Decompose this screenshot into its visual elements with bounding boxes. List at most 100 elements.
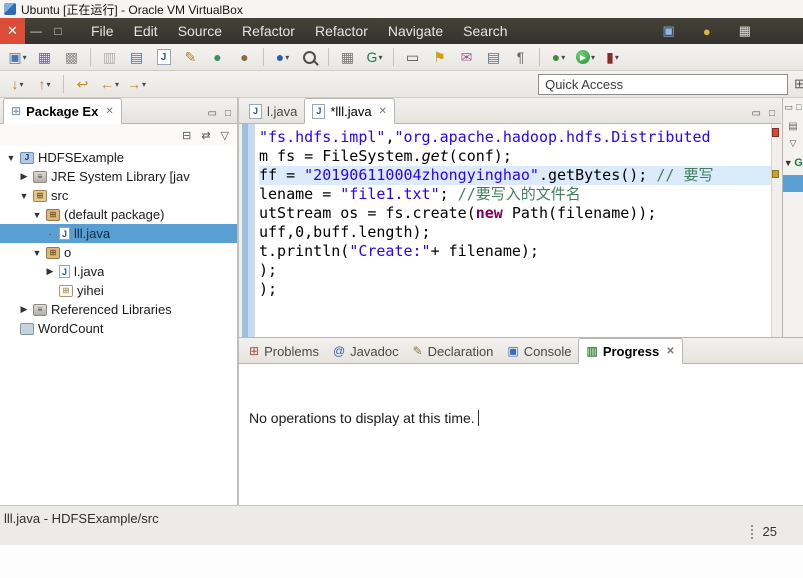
sliver-maximize-button[interactable]: □ (796, 102, 801, 113)
view-tab-declaration[interactable]: ✎ Declaration (406, 339, 501, 363)
menu-file[interactable]: File (81, 18, 124, 44)
forward-button[interactable]: → ▾ (124, 73, 149, 96)
perspective-icon[interactable]: ⊞ (794, 76, 803, 92)
debug-button[interactable]: ● ▾ (546, 46, 571, 69)
resize-handle[interactable] (750, 524, 756, 539)
progress-view-content[interactable]: No operations to display at this time. (239, 364, 803, 506)
new-wizard-button[interactable]: ▣ ▾ (5, 46, 30, 69)
save-button[interactable]: ▦ (32, 46, 57, 69)
minimize-editor-button[interactable]: ▭ (752, 108, 761, 119)
close-view-icon[interactable]: ✕ (105, 106, 113, 117)
new-java-class-button[interactable]: J (151, 46, 176, 69)
sliver-tree-fragment[interactable]: ▼ G (783, 157, 803, 169)
outline-view-icon[interactable]: ▤ (783, 121, 803, 132)
web-browser-button[interactable]: G ▾ (362, 46, 387, 69)
new-document-button[interactable]: ▤ (481, 46, 506, 69)
minimize-view-button[interactable]: ▭ (208, 108, 217, 119)
menu-navigate[interactable]: Navigate (378, 18, 453, 44)
previous-annotation-button[interactable]: ↑ ▾ (32, 73, 57, 96)
sliver-view-menu-icon[interactable]: ▽ (783, 138, 803, 149)
show-whitespace-button[interactable]: ¶ (508, 46, 533, 69)
sliver-minimize-button[interactable]: ▭ (785, 102, 794, 113)
close-window-button[interactable]: ✕ (0, 18, 25, 44)
menu-refactor[interactable]: Refactor (232, 18, 305, 44)
tree-item-src[interactable]: ▼ ⊞ src (0, 186, 237, 205)
expander-icon[interactable]: ▼ (6, 153, 16, 163)
coverage-button[interactable]: ▮ ▾ (600, 46, 625, 69)
view-tab-console[interactable]: ▣ Console (500, 339, 578, 363)
code-line[interactable]: m fs = FileSystem.get(conf); (259, 147, 771, 166)
expander-icon[interactable]: ▼ (19, 191, 29, 201)
back-button[interactable]: ← ▾ (97, 73, 122, 96)
tree-item-o[interactable]: ▼ ⊞ o (0, 243, 237, 262)
display-indicator-icon[interactable]: ▣ (663, 23, 675, 39)
view-menu-button[interactable]: ▽ (221, 129, 229, 142)
tree-item-l-java[interactable]: ▶ Jl.java (0, 262, 237, 281)
last-edit-location-button[interactable]: ↩ (70, 73, 95, 96)
code-segment-def: ; (439, 185, 458, 203)
maximize-editor-button[interactable]: □ (769, 108, 775, 119)
view-tab-javadoc[interactable]: @ Javadoc (326, 339, 406, 363)
sliver-selected-row[interactable] (783, 175, 803, 192)
team-share-button[interactable]: ● (232, 46, 257, 69)
link-with-editor-button[interactable]: ⇄ (201, 129, 210, 142)
expander-icon[interactable]: ▼ (32, 210, 42, 220)
tab-package-explorer[interactable]: ⊞ Package Ex ✕ (3, 98, 122, 124)
collapse-all-button[interactable]: ⊟ (182, 129, 191, 142)
code-line[interactable]: utStream os = fs.create(new Path(filenam… (259, 204, 771, 223)
new-report-button[interactable]: ▤ (124, 46, 149, 69)
tree-item-default-package[interactable]: ▼ ⊞ (default package) (0, 205, 237, 224)
close-tab-icon[interactable]: ✕ (666, 346, 674, 357)
code-line[interactable]: lename = "file1.txt"; //要写入的文件名 (259, 185, 771, 204)
dropdown-caret-icon: ▾ (114, 79, 119, 89)
synchronize-button[interactable]: ● (205, 46, 230, 69)
code-line[interactable]: t.println("Create:"+ filename); (259, 242, 771, 261)
expander-icon[interactable]: ▶ (45, 266, 55, 277)
code-line[interactable]: ); (259, 261, 771, 280)
view-tab-problems[interactable]: ⊞ Problems (242, 339, 326, 363)
tree-item-wordcount[interactable]: WordCount (0, 319, 237, 338)
editor-body[interactable]: "fs.hdfs.impl","org.apache.hadoop.hdfs.D… (239, 124, 781, 337)
code-line-current[interactable]: ff = "201906110004zhongyinghao".getBytes… (259, 166, 771, 185)
occurrence-marker[interactable] (772, 170, 779, 178)
debug-user-button[interactable]: ● ▾ (270, 46, 295, 69)
tree-item-yihei[interactable]: ⊞ yihei (0, 281, 237, 300)
editor-tab-lll-java[interactable]: J *lll.java ✕ (304, 98, 395, 124)
code-line[interactable]: uff,0,buff.length); (259, 223, 771, 242)
maximize-window-button[interactable]: □ (47, 24, 69, 38)
tree-item-hdfsexample[interactable]: ▼ J HDFSExample (0, 148, 237, 167)
open-type-button[interactable]: ▦ (335, 46, 360, 69)
flashlight-button[interactable]: ⚑ (427, 46, 452, 69)
back-icon: ← (99, 76, 114, 92)
error-marker[interactable] (772, 128, 779, 137)
next-annotation-button[interactable]: ↓ ▾ (5, 73, 30, 96)
expander-icon[interactable]: ▼ (32, 248, 42, 258)
mail-button[interactable]: ✉ (454, 46, 479, 69)
keyboard-indicator-icon[interactable]: ▦ (739, 23, 751, 39)
menu-source[interactable]: Source (168, 18, 232, 44)
annotate-button[interactable]: ✎ (178, 46, 203, 69)
expander-icon[interactable]: ▶ (19, 171, 29, 182)
code-line[interactable]: "fs.hdfs.impl","org.apache.hadoop.hdfs.D… (259, 128, 771, 147)
menu-refactor[interactable]: Refactor (305, 18, 378, 44)
menu-search[interactable]: Search (453, 18, 517, 44)
code-area[interactable]: "fs.hdfs.impl","org.apache.hadoop.hdfs.D… (259, 128, 771, 337)
save-all-button[interactable]: ▩ (59, 46, 84, 69)
expander-icon[interactable]: ▶ (19, 304, 29, 315)
view-tab-progress[interactable]: ▥ Progress ✕ (578, 338, 683, 364)
coverage-last-button[interactable]: ▥ (97, 46, 122, 69)
quick-access-input[interactable] (538, 73, 789, 95)
menu-edit[interactable]: Edit (124, 18, 168, 44)
minimize-window-button[interactable]: — (25, 24, 47, 38)
tree-item-lll-java[interactable]: · Jlll.java (0, 224, 237, 243)
editor-tab-l-java[interactable]: Jl.java (242, 99, 304, 123)
input-method-indicator-icon[interactable]: ● (703, 24, 711, 39)
tree-item-jre-system-library-jav[interactable]: ▶ ≡ JRE System Library [jav (0, 167, 237, 186)
terminal-button[interactable]: ▭ (400, 46, 425, 69)
search-button[interactable] (297, 46, 322, 69)
code-line[interactable]: ); (259, 280, 771, 299)
tree-item-referenced-libraries[interactable]: ▶ ≡ Referenced Libraries (0, 300, 237, 319)
run-button[interactable]: ▶ ▾ (573, 46, 598, 69)
close-tab-icon[interactable]: ✕ (379, 106, 387, 117)
maximize-view-button[interactable]: □ (225, 108, 231, 119)
